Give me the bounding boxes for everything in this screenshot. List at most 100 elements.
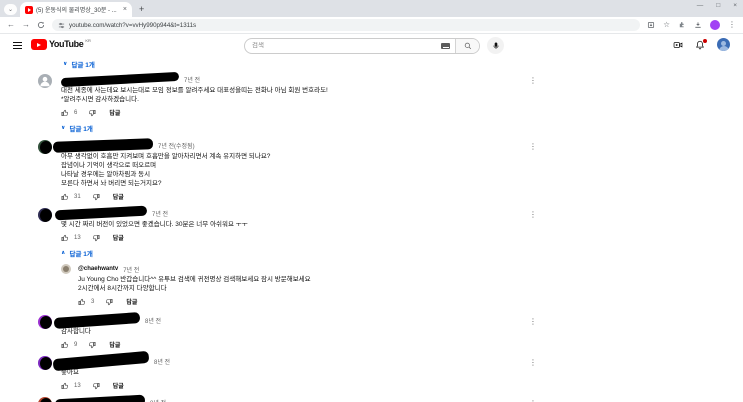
comment-text: 감사합니다	[61, 328, 91, 335]
tab-search-button[interactable]: ⌄	[4, 4, 17, 15]
reply-button[interactable]: 답글	[109, 108, 120, 117]
comment-timestamp[interactable]: 8년 전	[154, 357, 170, 366]
reply-button[interactable]: 답글	[113, 381, 124, 390]
comment-timestamp[interactable]: 8년 전	[145, 316, 161, 325]
comment-menu-button[interactable]: ⋮	[528, 317, 538, 349]
voice-search-button[interactable]	[487, 37, 504, 54]
like-count: 31	[74, 193, 81, 200]
dislike-button[interactable]	[88, 341, 96, 349]
youtube-play-icon	[31, 39, 47, 50]
avatar[interactable]	[61, 264, 71, 274]
like-button[interactable]	[78, 298, 86, 306]
like-button[interactable]	[61, 193, 69, 201]
download-icon[interactable]	[694, 21, 702, 29]
avatar[interactable]	[38, 397, 52, 402]
reply-author[interactable]: @chaehwantv	[78, 266, 118, 272]
hamburger-menu-icon[interactable]	[13, 42, 22, 51]
redacted-username	[54, 394, 146, 402]
browser-profile-avatar[interactable]	[710, 20, 720, 30]
reply-button[interactable]: 답글	[113, 233, 124, 242]
avatar[interactable]	[38, 208, 52, 222]
replies-toggle-expanded[interactable]: ∧ 답글 1개	[61, 248, 528, 258]
new-tab-button[interactable]: +	[139, 5, 144, 14]
reload-button[interactable]	[37, 21, 45, 29]
comment-menu-button[interactable]: ⋮	[528, 358, 538, 390]
tab-close-button[interactable]: ×	[123, 6, 127, 13]
comment-text: 아무 생각없이 호흡만 지켜보며 호흡만을 알아차리면서 계속 유지하면 되나요…	[61, 153, 271, 187]
search-button[interactable]	[455, 38, 479, 53]
reply-timestamp[interactable]: 7년 전	[123, 265, 139, 274]
redacted-username	[53, 311, 141, 329]
redacted-username	[60, 71, 180, 87]
replies-toggle[interactable]: ∨ 답글 1개	[61, 123, 528, 133]
avatar[interactable]	[38, 74, 52, 88]
like-count: 13	[74, 382, 81, 389]
reply-button[interactable]: 답글	[109, 340, 120, 349]
like-button[interactable]	[61, 109, 69, 117]
like-button[interactable]	[61, 382, 69, 390]
browser-toolbar: ← → youtube.com/watch?v=vvHy990p944&t=13…	[0, 17, 743, 34]
person-icon	[40, 76, 50, 87]
youtube-wordmark: YouTube	[49, 39, 84, 49]
notification-badge	[702, 37, 708, 44]
like-count: 6	[74, 109, 78, 116]
dislike-button[interactable]	[105, 298, 113, 306]
keyboard-icon[interactable]	[441, 42, 450, 49]
comment: 8년 전 좋아요 13 답글 ⋮	[38, 350, 538, 390]
save-share-icon[interactable]	[647, 21, 655, 29]
chevron-down-icon: ∨	[61, 125, 66, 131]
like-button[interactable]	[61, 341, 69, 349]
tab-title: (5) 운동식의 물리명상_30분 - ...	[36, 8, 117, 14]
chevron-down-icon: ⌄	[7, 7, 14, 13]
youtube-logo[interactable]: YouTube KR	[31, 38, 91, 50]
youtube-header: YouTube KR	[0, 34, 743, 57]
reply-button[interactable]: 답글	[113, 192, 124, 201]
url-text: youtube.com/watch?v=vvHy990p944&t=1311s	[69, 21, 197, 29]
browser-tab[interactable]: (5) 운동식의 물리명상_30분 - ... ×	[20, 2, 132, 17]
comment-text: 좋아요	[61, 369, 79, 376]
comment-menu-button[interactable]: ⋮	[528, 210, 538, 308]
comment-menu-button[interactable]: ⋮	[528, 142, 538, 201]
dislike-button[interactable]	[88, 109, 96, 117]
forward-button[interactable]: →	[22, 21, 30, 29]
dislike-button[interactable]	[92, 193, 100, 201]
comment-timestamp[interactable]: 7년 전	[152, 209, 168, 218]
browser-window: ⌄ (5) 운동식의 물리명상_30분 - ... × + — □ × ← → …	[0, 0, 743, 402]
address-bar[interactable]: youtube.com/watch?v=vvHy990p944&t=1311s	[52, 19, 641, 31]
avatar[interactable]	[38, 315, 52, 329]
comment-timestamp[interactable]: 8년 전	[150, 398, 166, 402]
window-minimize-button[interactable]: —	[697, 2, 704, 9]
like-count: 9	[74, 341, 78, 348]
reply-button[interactable]: 답글	[126, 297, 137, 306]
comment-timestamp[interactable]: 7년 전(수정됨)	[158, 141, 195, 150]
back-button[interactable]: ←	[7, 21, 15, 29]
create-icon[interactable]	[673, 40, 683, 50]
chevron-down-icon: ∨	[63, 61, 68, 67]
avatar[interactable]	[38, 140, 52, 154]
comment-menu-button[interactable]: ⋮	[528, 76, 538, 133]
extension-icon[interactable]	[678, 21, 686, 29]
account-avatar[interactable]	[717, 38, 730, 51]
window-maximize-button[interactable]: □	[716, 2, 720, 9]
reply-text: Ju Young Cho 반갑습니다^^ 유투브 검색에 귀전명상 검색해보세요…	[78, 276, 311, 292]
youtube-favicon-icon	[25, 5, 33, 14]
comment: 7년 전(수정됨) 아무 생각없이 호흡만 지켜보며 호흡만을 알아차리면서 계…	[38, 137, 538, 201]
youtube-country-badge: KR	[85, 38, 91, 43]
search-box[interactable]	[244, 37, 480, 54]
dislike-button[interactable]	[92, 234, 100, 242]
site-settings-icon[interactable]	[58, 22, 65, 29]
search-input[interactable]	[245, 42, 441, 49]
redacted-username	[52, 137, 154, 153]
browser-menu-icon[interactable]: ⋮	[728, 21, 736, 29]
comment-reply: @chaehwantv 7년 전 Ju Young Cho 반갑습니다^^ 유투…	[61, 264, 528, 306]
like-button[interactable]	[61, 234, 69, 242]
notifications-button[interactable]	[695, 37, 708, 50]
window-close-button[interactable]: ×	[733, 2, 737, 9]
like-count: 13	[74, 234, 81, 241]
dislike-button[interactable]	[92, 382, 100, 390]
comment-timestamp[interactable]: 7년 전	[184, 75, 200, 84]
avatar[interactable]	[38, 356, 52, 370]
comments-section: ∨ 답글 1개 7년 전 대전 세종에 사는데요 보시는대로 모임 정보를 알려…	[0, 57, 743, 402]
replies-toggle[interactable]: ∨ 답글 1개	[63, 59, 743, 69]
bookmark-star-icon[interactable]: ☆	[663, 21, 670, 29]
